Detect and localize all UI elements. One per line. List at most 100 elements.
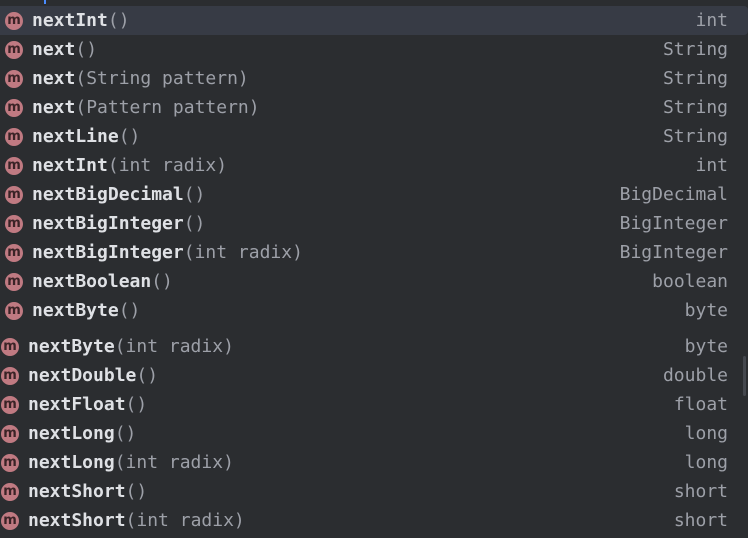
- method-name: nextLong: [28, 452, 115, 473]
- completion-item-signature: nextInt(): [32, 6, 130, 35]
- method-m-icon: m: [5, 128, 23, 146]
- method-name: nextInt: [32, 10, 108, 31]
- method-params: (): [183, 213, 206, 234]
- method-name: nextBoolean: [32, 271, 152, 292]
- method-name: nextInt: [32, 155, 108, 176]
- completion-item[interactable]: m nextFloat() float: [0, 390, 748, 419]
- return-type: byte: [684, 300, 728, 321]
- method-name: next: [32, 68, 76, 89]
- return-type: String: [662, 126, 728, 147]
- completion-item[interactable]: m next() String: [0, 35, 748, 64]
- method-m-icon: m: [5, 215, 23, 233]
- method-params: (int radix): [114, 452, 234, 473]
- return-type: float: [673, 394, 728, 415]
- method-name: nextByte: [28, 336, 115, 357]
- return-type: int: [695, 10, 728, 31]
- method-params: (): [125, 481, 148, 502]
- completion-item-signature: nextBigInteger(): [32, 209, 205, 238]
- completion-item[interactable]: m nextShort(int radix) short: [0, 506, 748, 535]
- completion-item-signature: nextByte(int radix): [28, 332, 234, 361]
- method-m-icon: m: [5, 186, 23, 204]
- completion-item[interactable]: m nextBoolean() boolean: [0, 267, 748, 296]
- completion-item[interactable]: m nextBigInteger() BigInteger: [0, 209, 748, 238]
- return-type: BigInteger: [619, 213, 728, 234]
- completion-item[interactable]: m nextLine() String: [0, 122, 748, 151]
- completion-item-signature: nextLine(): [32, 122, 140, 151]
- completion-item[interactable]: m next(String pattern) String: [0, 64, 748, 93]
- return-type: double: [662, 365, 728, 386]
- completion-item-signature: nextDouble(): [28, 361, 158, 390]
- method-params: (): [183, 184, 206, 205]
- method-m-icon: m: [5, 41, 23, 59]
- method-name: nextFloat: [28, 394, 126, 415]
- return-type: boolean: [652, 271, 728, 292]
- method-params: (int radix): [114, 336, 234, 357]
- return-type: long: [684, 452, 728, 473]
- completion-item[interactable]: m nextDouble() double: [0, 361, 748, 390]
- text-caret: [44, 0, 46, 4]
- method-params: (String pattern): [75, 68, 249, 89]
- method-params: (int radix): [183, 242, 303, 263]
- return-type: BigInteger: [619, 242, 728, 263]
- method-name: next: [32, 39, 76, 60]
- completion-item-signature: nextLong(int radix): [28, 448, 234, 477]
- method-m-icon: m: [1, 512, 19, 530]
- method-m-icon: m: [5, 99, 23, 117]
- method-name: nextBigInteger: [32, 213, 184, 234]
- method-m-icon: m: [5, 302, 23, 320]
- completion-item[interactable]: m nextBigDecimal() BigDecimal: [0, 180, 748, 209]
- method-params: (): [114, 423, 137, 444]
- completion-item-signature: nextByte(): [32, 296, 140, 325]
- completion-item[interactable]: m nextByte(int radix) byte: [0, 332, 748, 361]
- method-m-icon: m: [5, 157, 23, 175]
- method-params: (): [151, 271, 173, 292]
- method-name: nextBigDecimal: [32, 184, 184, 205]
- method-m-icon: m: [1, 367, 19, 385]
- method-name: nextDouble: [28, 365, 137, 386]
- completion-item-signature: nextFloat(): [28, 390, 147, 419]
- completion-item[interactable]: m nextInt(int radix) int: [0, 151, 748, 180]
- method-name: nextLine: [32, 126, 119, 147]
- scrollbar-thumb[interactable]: [743, 356, 746, 396]
- return-type: int: [695, 155, 728, 176]
- method-params: (): [125, 394, 148, 415]
- completion-item-signature: nextLong(): [28, 419, 136, 448]
- method-m-icon: m: [1, 425, 19, 443]
- completion-item-signature: nextBigInteger(int radix): [32, 238, 303, 267]
- completion-item-signature: nextBigDecimal(): [32, 180, 205, 209]
- completion-item[interactable]: m nextByte() byte: [0, 296, 748, 325]
- method-name: nextLong: [28, 423, 115, 444]
- completion-item-signature: nextInt(int radix): [32, 151, 227, 180]
- return-type: short: [673, 510, 728, 531]
- return-type: String: [662, 39, 728, 60]
- return-type: byte: [684, 336, 728, 357]
- completion-item[interactable]: m next(Pattern pattern) String: [0, 93, 748, 122]
- method-name: next: [32, 97, 76, 118]
- return-type: String: [662, 97, 728, 118]
- completion-item-signature: next(): [32, 35, 97, 64]
- completion-item-signature: next(String pattern): [32, 64, 249, 93]
- completion-item-signature: nextShort(int radix): [28, 506, 245, 535]
- completion-item[interactable]: m nextLong(int radix) long: [0, 448, 748, 477]
- code-completion-popup: m nextInt() int m next() String m next(String p…: [0, 0, 748, 538]
- completion-item[interactable]: m nextLong() long: [0, 419, 748, 448]
- method-m-icon: m: [1, 483, 19, 501]
- method-m-icon: m: [5, 70, 23, 88]
- method-params: (Pattern pattern): [75, 97, 260, 118]
- completion-item[interactable]: m nextShort() short: [0, 477, 748, 506]
- return-type: short: [673, 481, 728, 502]
- method-m-icon: m: [1, 396, 19, 414]
- completion-item[interactable]: m nextBigInteger(int radix) BigInteger: [0, 238, 748, 267]
- method-params: (): [118, 300, 141, 321]
- method-params: (): [136, 365, 159, 386]
- completion-item[interactable]: m nextInt() int: [0, 6, 748, 35]
- completion-item-signature: nextShort(): [28, 477, 147, 506]
- method-m-icon: m: [1, 338, 19, 356]
- method-params: (int radix): [107, 155, 228, 176]
- completion-item-signature: next(Pattern pattern): [32, 93, 260, 122]
- method-name: nextShort: [28, 510, 126, 531]
- return-type: String: [662, 68, 728, 89]
- method-name: nextShort: [28, 481, 126, 502]
- method-m-icon: m: [5, 244, 23, 262]
- method-m-icon: m: [5, 12, 23, 30]
